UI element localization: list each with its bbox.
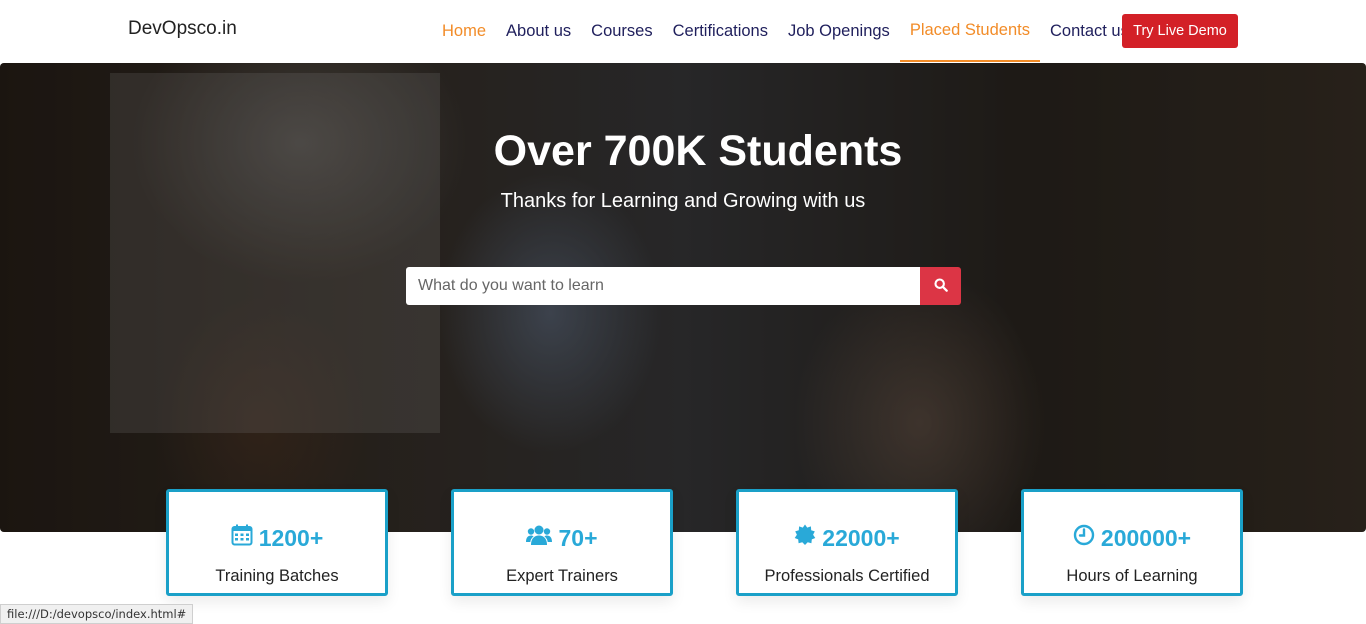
top-navbar: DevOpsco.in Home About us Courses Certif… xyxy=(0,0,1366,62)
stat-card-expert-trainers: 70+ Expert Trainers xyxy=(451,489,673,596)
stat-card-professionals-certified: 22000+ Professionals Certified xyxy=(736,489,958,596)
calendar-icon xyxy=(231,524,253,552)
brand-logo[interactable]: DevOpsco.in xyxy=(128,18,237,40)
certificate-icon xyxy=(794,524,816,552)
course-search xyxy=(406,267,961,305)
hero-subtitle: Thanks for Learning and Growing with us xyxy=(500,190,866,212)
stat-value: 1200+ xyxy=(258,524,324,551)
stat-label: Professionals Certified xyxy=(764,567,930,585)
try-live-demo-button[interactable]: Try Live Demo xyxy=(1122,14,1238,48)
stat-label: Expert Trainers xyxy=(506,567,618,585)
search-icon xyxy=(933,277,948,295)
users-icon xyxy=(526,524,553,552)
hero-banner: Over 700K Students Thanks for Learning a… xyxy=(0,63,1366,532)
clock-icon xyxy=(1073,524,1095,552)
main-nav: Home About us Courses Certifications Job… xyxy=(432,0,1139,62)
search-button[interactable] xyxy=(920,267,961,305)
stat-card-hours-of-learning: 200000+ Hours of Learning xyxy=(1021,489,1243,596)
hero-title: Over 700K Students xyxy=(493,127,903,175)
search-input[interactable] xyxy=(406,267,920,305)
nav-job-openings[interactable]: Job Openings xyxy=(778,0,900,62)
nav-placed-students[interactable]: Placed Students xyxy=(899,0,1040,62)
stat-value: 22000+ xyxy=(822,524,900,551)
stat-label: Hours of Learning xyxy=(1066,567,1198,585)
nav-about-us[interactable]: About us xyxy=(496,0,581,62)
nav-home[interactable]: Home xyxy=(432,0,496,62)
stat-card-training-batches: 1200+ Training Batches xyxy=(166,489,388,596)
browser-status-bar: file:///D:/devopsco/index.html# xyxy=(0,604,194,624)
stat-value: 200000+ xyxy=(1100,524,1192,551)
nav-certifications[interactable]: Certifications xyxy=(663,0,778,62)
stat-value: 70+ xyxy=(558,524,598,551)
stat-label: Training Batches xyxy=(215,567,339,585)
nav-courses[interactable]: Courses xyxy=(581,0,662,62)
